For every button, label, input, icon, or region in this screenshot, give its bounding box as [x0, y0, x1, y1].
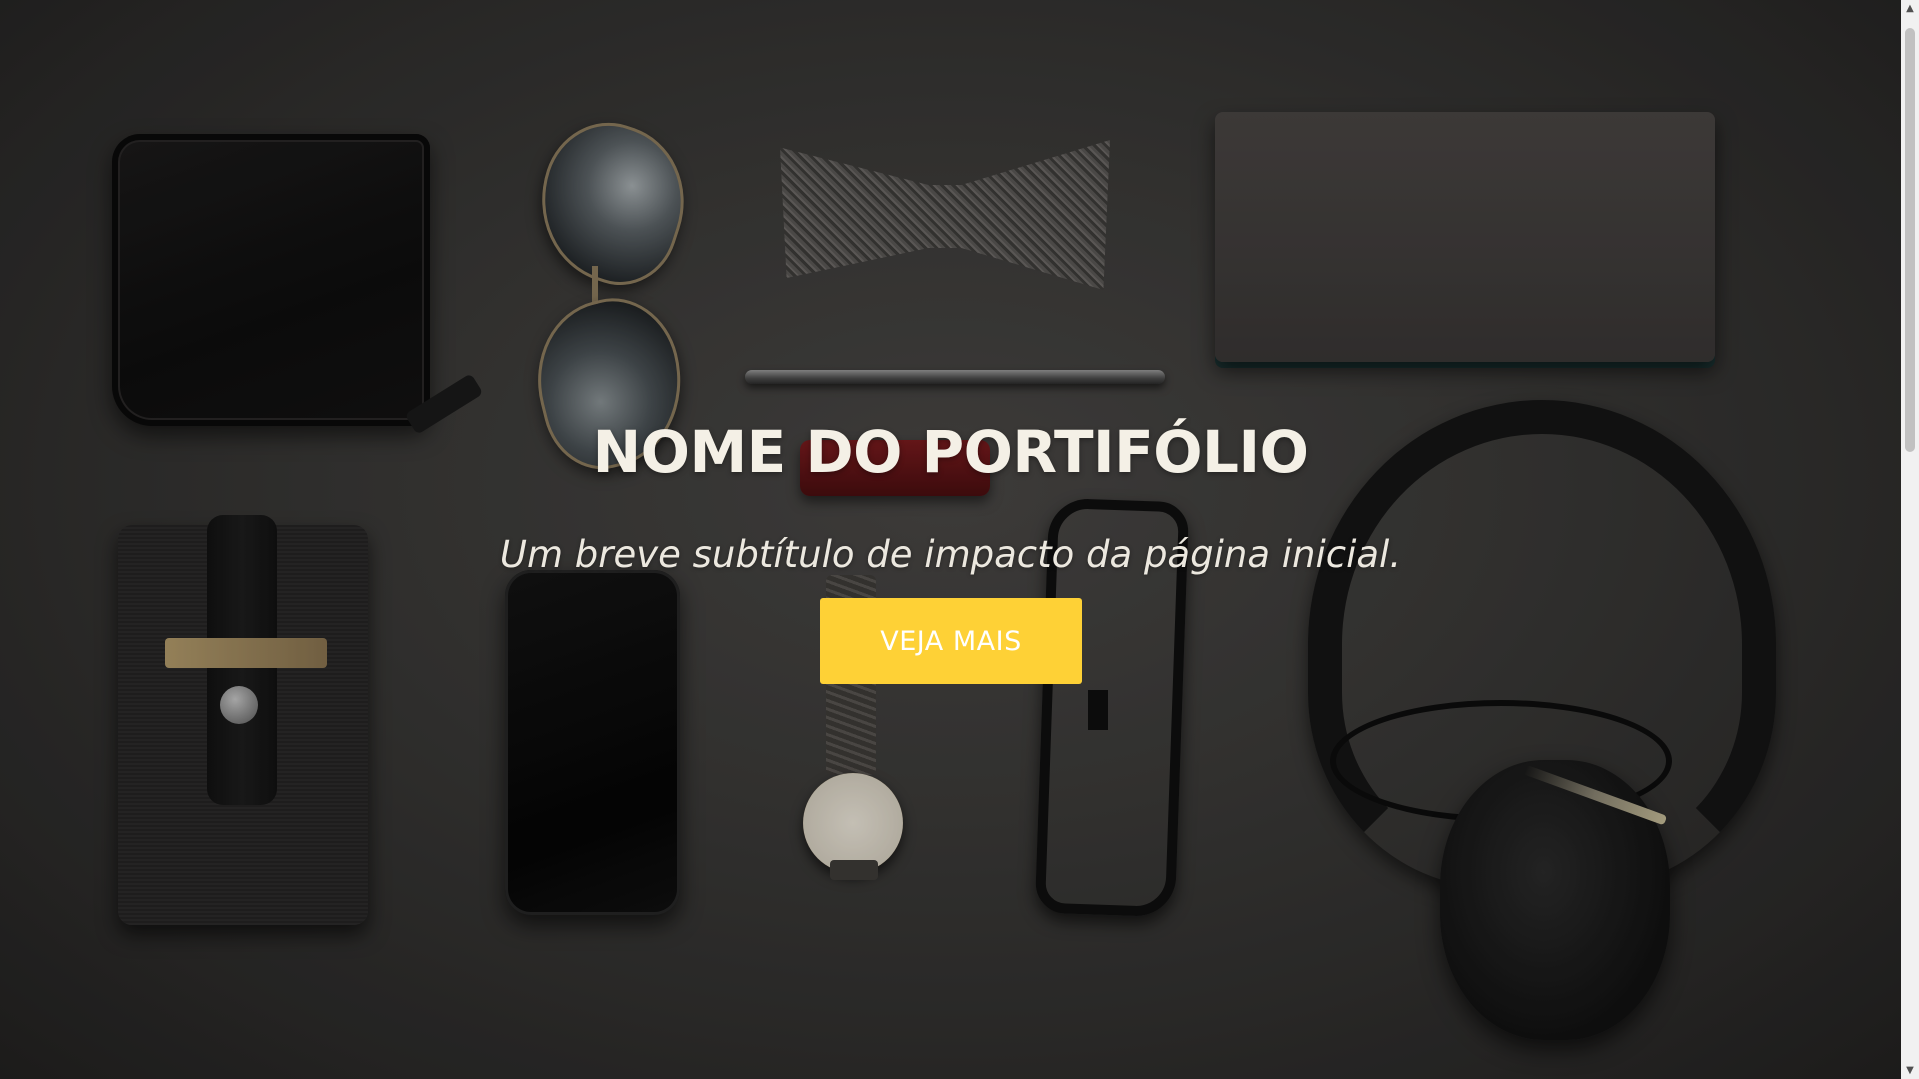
watch-face-image [803, 773, 903, 873]
hero-subtitle: Um breve subtítulo de impacto da página … [499, 533, 1402, 576]
wallet-image [112, 134, 430, 426]
scroll-down-arrow-icon[interactable]: ▼ [1901, 1062, 1919, 1079]
hero-title: NOME DO PORTIFÓLIO [592, 418, 1309, 486]
snap-button-image [220, 686, 258, 724]
pen-image [745, 370, 1165, 384]
watch-strap-image [830, 860, 878, 880]
card-image [165, 638, 327, 668]
notebook-image [1215, 112, 1715, 362]
browser-viewport: NOME DO PORTIFÓLIO Um breve subtítulo de… [0, 0, 1919, 1079]
scroll-up-arrow-icon[interactable]: ▲ [1901, 0, 1919, 17]
sunglasses-lens-image [519, 106, 705, 300]
eyeglasses-bridge-image [1088, 690, 1108, 730]
see-more-button[interactable]: VEJA MAIS [820, 598, 1082, 684]
smartphone-image [505, 570, 680, 915]
vertical-scrollbar[interactable]: ▲ ▼ [1901, 0, 1919, 1079]
scrollbar-thumb[interactable] [1905, 28, 1915, 452]
headphones-cup-image [1440, 760, 1670, 1040]
bowtie-image [780, 140, 1110, 290]
